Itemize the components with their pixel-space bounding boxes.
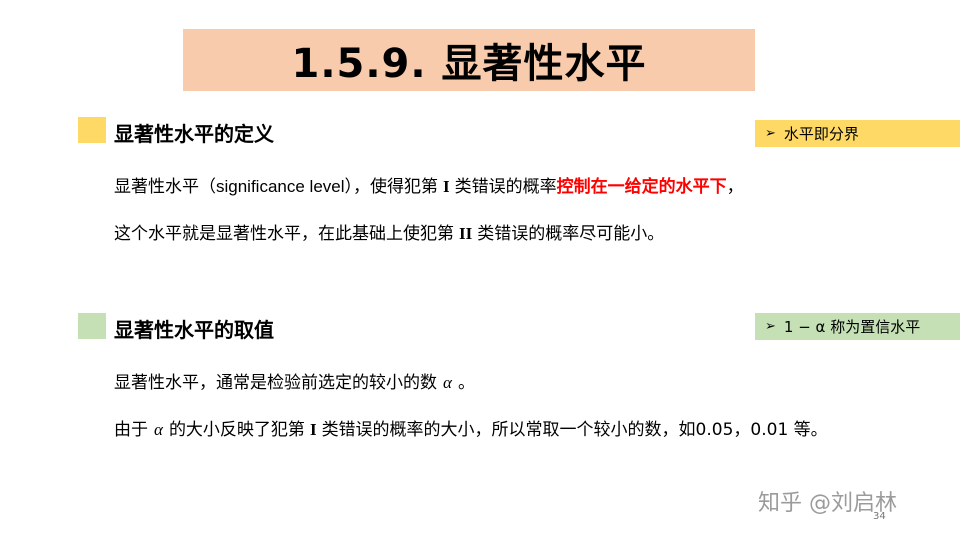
section1-side-note-text: 水平即分界 — [783, 125, 859, 143]
text-segment: 。 — [457, 373, 475, 393]
text-segment: 类错误的概率尽可能小。 — [477, 224, 665, 244]
alpha-symbol: α — [443, 373, 452, 392]
arrow-bullet-icon: ➢ — [765, 126, 776, 141]
text-segment: 由于 — [114, 420, 148, 440]
section1-marker — [78, 117, 106, 143]
page-number: 34 — [873, 511, 886, 522]
text-segment: ），使得犯第 — [344, 177, 439, 197]
section2-side-note: ➢ 1 − α 称为置信水平 — [755, 313, 960, 340]
roman-numeral: I — [309, 420, 317, 439]
text-segment: 显著性水平（ — [114, 177, 216, 197]
section2-heading: 显著性水平的取值 — [114, 318, 274, 342]
text-segment: 的大小反映了犯第 — [168, 420, 305, 440]
page-title: 1.5.9. 显著性水平 — [291, 41, 647, 87]
alpha-symbol: α — [154, 420, 163, 439]
roman-numeral: II — [459, 224, 473, 243]
text-segment: 显著性水平，通常是检验前选定的较小的数 — [114, 373, 437, 393]
arrow-bullet-icon: ➢ — [765, 319, 776, 334]
section2-line1: 显著性水平，通常是检验前选定的较小的数 α 。 — [114, 368, 475, 393]
text-segment: 这个水平就是显著性水平，在此基础上使犯第 — [114, 224, 454, 244]
section2-marker — [78, 313, 106, 339]
highlighted-text: 控制在一给定的水平下 — [556, 177, 727, 197]
section1-heading: 显著性水平的定义 — [114, 122, 274, 146]
roman-numeral: I — [443, 177, 450, 196]
text-segment: 类错误的概率的大小，所以常取一个较小的数，如0.05，0.01 等。 — [321, 420, 828, 440]
section1-line1: 显著性水平（significance level），使得犯第 I 类错误的概率控制在… — [114, 172, 744, 197]
section2-line2: 由于 α 的大小反映了犯第 I 类错误的概率的大小，所以常取一个较小的数，如0.05，0… — [114, 415, 828, 440]
section1-side-note: ➢ 水平即分界 — [755, 120, 960, 147]
title-banner: 1.5.9. 显著性水平 — [183, 29, 755, 91]
section1-line2: 这个水平就是显著性水平，在此基础上使犯第 II 类错误的概率尽可能小。 — [114, 219, 664, 244]
text-segment: 类错误的概率 — [454, 177, 557, 197]
section2-side-note-text: 1 − α 称为置信水平 — [783, 318, 921, 336]
term-significance-level: significance level — [216, 177, 345, 196]
text-segment: ， — [726, 177, 744, 197]
